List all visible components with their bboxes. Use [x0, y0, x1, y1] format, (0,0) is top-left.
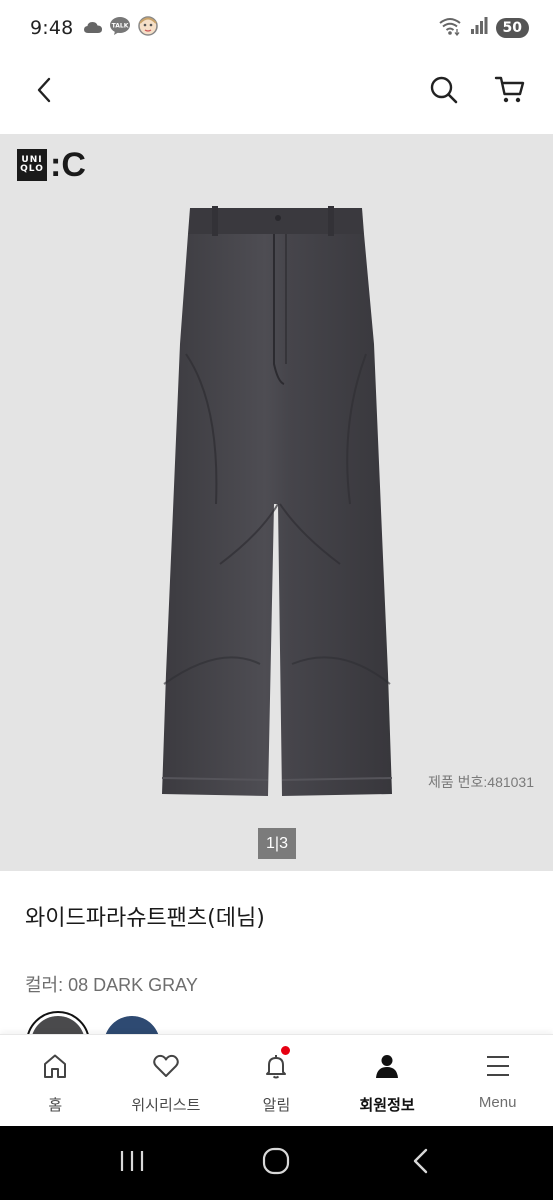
color-value: 08 DARK GRAY: [63, 975, 198, 995]
nav-label-menu: Menu: [478, 1094, 517, 1111]
home-circle-icon: [261, 1146, 291, 1180]
nav-label-home: 홈: [48, 1096, 63, 1114]
nav-item-wishlist[interactable]: 위시리스트: [111, 1035, 222, 1126]
uniqlo-logo-box: UNI QLO: [17, 149, 47, 181]
menu-icon: [483, 1051, 513, 1081]
status-time: 9:48: [30, 17, 74, 39]
wifi-icon: [438, 16, 462, 40]
recent-apps-button[interactable]: [102, 1133, 162, 1193]
avatar-notification-icon: [137, 15, 159, 41]
nav-item-home[interactable]: 홈: [0, 1035, 111, 1126]
search-icon: [429, 75, 459, 109]
back-button[interactable]: [26, 74, 62, 110]
back-system-button[interactable]: [391, 1133, 451, 1193]
bottom-navigation: 홈 위시리스트 알림 회원정보 Menu: [0, 1034, 553, 1126]
nav-item-member-info[interactable]: 회원정보: [332, 1035, 443, 1126]
color-selection-label: 컬러: 08 DARK GRAY: [25, 971, 198, 997]
heart-icon: [151, 1051, 181, 1081]
nav-label-member-info: 회원정보: [359, 1096, 415, 1114]
product-number-value: 481031: [487, 774, 534, 790]
notification-icons: TALK: [83, 15, 159, 41]
product-number: 제품 번호:481031: [428, 772, 534, 792]
nav-label-notifications: 알림: [262, 1096, 291, 1114]
product-pants-image: [161, 206, 393, 796]
status-right: 50: [438, 16, 529, 40]
home-system-button[interactable]: [246, 1133, 306, 1193]
system-navigation-bar: [0, 1126, 553, 1200]
status-bar: 9:48 TALK 50: [0, 0, 553, 56]
cart-icon: [494, 75, 526, 109]
cart-button[interactable]: [490, 72, 530, 112]
logo-line-2: QLO: [20, 164, 44, 174]
color-label: 컬러:: [25, 975, 64, 995]
cloud-icon: [83, 19, 103, 38]
back-arrow-icon: [411, 1147, 431, 1179]
home-icon: [40, 1051, 70, 1081]
app-header: [0, 56, 553, 134]
battery-indicator: 50: [495, 18, 529, 38]
nav-item-notifications[interactable]: 알림: [221, 1035, 332, 1126]
user-icon: [372, 1051, 402, 1081]
chevron-left-icon: [35, 77, 53, 107]
search-button[interactable]: [424, 72, 464, 112]
product-title: 와이드파라슈트팬츠(데님): [25, 906, 265, 931]
logo-suffix: :C: [50, 146, 86, 184]
product-image-carousel[interactable]: UNI QLO :C 제품 번호:481031 1|3: [0, 134, 553, 871]
recent-apps-icon: [119, 1149, 145, 1177]
kakaotalk-icon: TALK: [109, 16, 131, 40]
signal-icon: [470, 17, 488, 39]
nav-item-menu[interactable]: Menu: [442, 1035, 553, 1126]
product-number-label: 제품 번호:: [427, 774, 488, 790]
svg-text:TALK: TALK: [112, 23, 129, 30]
uniqlo-c-logo: UNI QLO :C: [17, 146, 86, 184]
image-pager: 1|3: [258, 828, 296, 859]
nav-label-wishlist: 위시리스트: [131, 1096, 201, 1114]
